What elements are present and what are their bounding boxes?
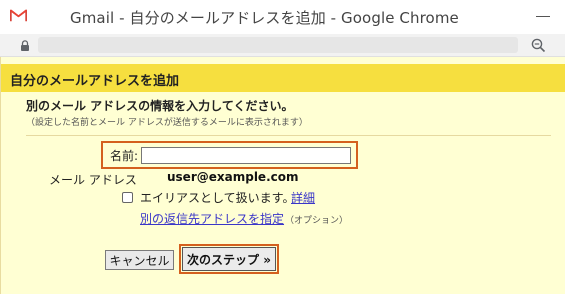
next-step-button[interactable]: 次のステップ »	[182, 247, 276, 271]
divider	[26, 135, 551, 136]
email-value: user@example.com	[167, 170, 299, 184]
alias-label: エイリアスとして扱います。	[140, 191, 295, 205]
name-input[interactable]	[141, 147, 351, 164]
lock-icon	[21, 40, 29, 51]
alias-details-link[interactable]: 詳細	[291, 189, 315, 206]
section-title: 別のメール アドレスの情報を入力してください。	[26, 99, 294, 113]
zoom-icon[interactable]	[531, 38, 546, 53]
address-bar	[0, 34, 565, 57]
name-label: 名前:	[110, 149, 139, 163]
window-title: Gmail - 自分のメールアドレスを追加 - Google Chrome	[70, 9, 459, 27]
alias-checkbox[interactable]	[122, 192, 133, 203]
gmail-logo-icon	[10, 9, 27, 22]
cancel-button[interactable]: キャンセル	[105, 250, 174, 270]
email-label: メール アドレス	[49, 173, 137, 187]
section-subtitle: （設定した名前とメール アドレスが送信するメールに表示されます）	[26, 118, 308, 128]
dialog-title: 自分のメールアドレスを追加	[10, 74, 180, 89]
dialog-page: 自分のメールアドレスを追加 別のメール アドレスの情報を入力してください。 （設…	[0, 57, 565, 294]
dialog-header: 自分のメールアドレスを追加	[1, 64, 565, 92]
url-field[interactable]	[38, 37, 518, 53]
minimize-icon[interactable]	[536, 16, 550, 17]
reply-to-link[interactable]: 別の返信先アドレスを指定	[140, 210, 284, 227]
reply-option-label: （オプション）	[285, 216, 349, 226]
window-titlebar: Gmail - 自分のメールアドレスを追加 - Google Chrome	[0, 0, 565, 34]
